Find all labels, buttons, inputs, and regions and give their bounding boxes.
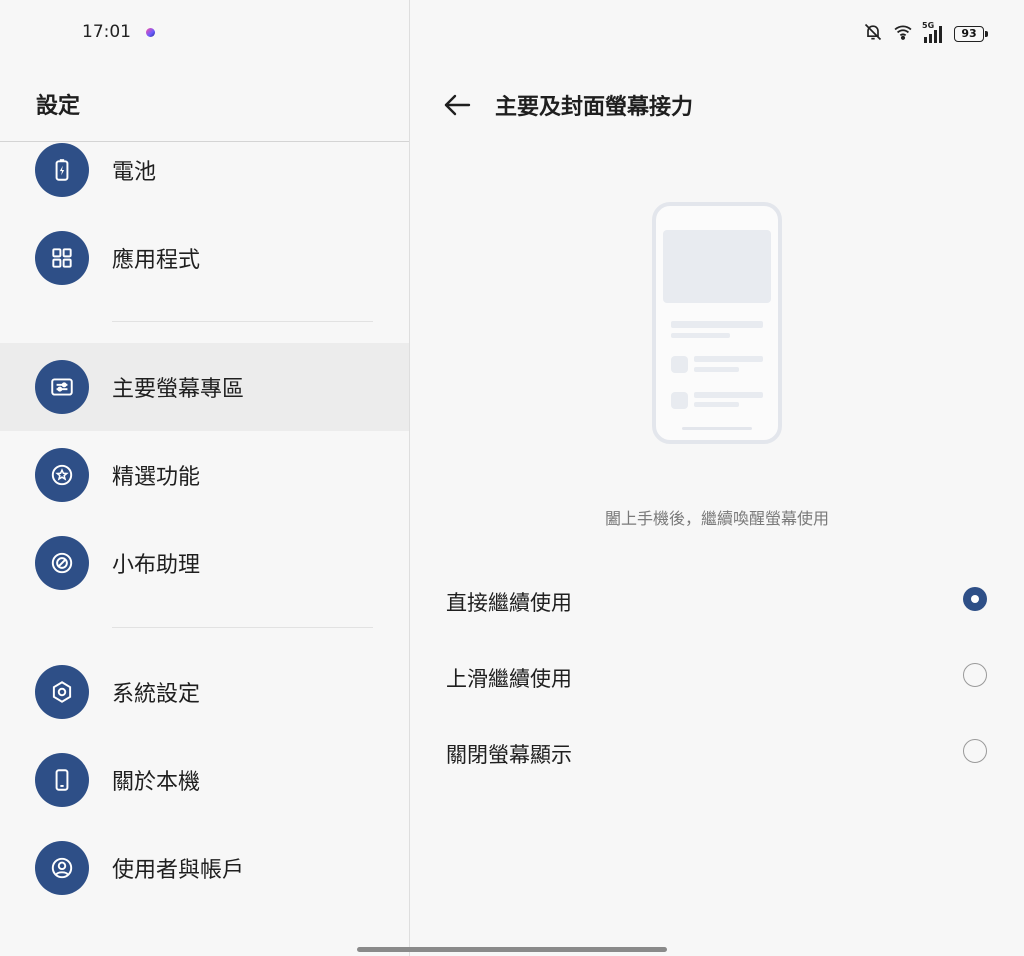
status-icons: 5G 93 <box>862 21 988 46</box>
sidebar-item-label: 應用程式 <box>112 248 201 273</box>
back-arrow-icon[interactable] <box>442 92 472 118</box>
sidebar-item-system-settings[interactable]: 系統設定 <box>0 648 409 736</box>
user-icon <box>35 841 89 895</box>
sidebar-item-label: 使用者與帳戶 <box>112 858 245 883</box>
page-title: 主要及封面螢幕接力 <box>495 95 694 120</box>
sidebar-item-label: 電池 <box>112 160 157 185</box>
mute-icon <box>862 22 884 46</box>
detail-pane <box>410 0 1024 956</box>
option-label: 關閉螢幕顯示 <box>446 743 572 767</box>
group-divider <box>112 321 373 322</box>
option-turn-off-screen[interactable]: 關閉螢幕顯示 <box>410 721 1024 785</box>
hexagon-settings-icon <box>35 665 89 719</box>
apps-icon <box>35 231 89 285</box>
battery-icon: 93 <box>954 26 988 42</box>
sidebar-item-main-screen[interactable]: 主要螢幕專區 <box>0 343 409 431</box>
sidebar-item-label: 關於本機 <box>112 770 201 795</box>
sidebar-item-label: 主要螢幕專區 <box>112 377 245 402</box>
sidebar-item-featured[interactable]: 精選功能 <box>0 431 409 519</box>
sidebar-item-label: 小布助理 <box>112 553 201 578</box>
group-divider <box>112 627 373 628</box>
sidebar-item-users-accounts[interactable]: 使用者與帳戶 <box>0 824 409 912</box>
sidebar-item-apps[interactable]: 應用程式 <box>0 214 409 302</box>
sidebar-item-about-phone[interactable]: 關於本機 <box>0 736 409 824</box>
sidebar-item-battery[interactable]: 電池 <box>0 126 409 214</box>
option-swipe-up-continue[interactable]: 上滑繼續使用 <box>410 645 1024 709</box>
phone-illustration <box>652 202 782 444</box>
status-time: 17:01 <box>82 22 131 42</box>
radio-unchecked[interactable] <box>963 663 987 687</box>
caption-text: 闔上手機後，繼續喚醒螢幕使用 <box>604 509 829 528</box>
option-label: 上滑繼續使用 <box>446 667 572 691</box>
sidebar-item-assistant[interactable]: 小布助理 <box>0 519 409 607</box>
assistant-icon <box>35 536 89 590</box>
sliders-icon <box>35 360 89 414</box>
phone-icon <box>35 753 89 807</box>
option-continue-directly[interactable]: 直接繼續使用 <box>410 569 1024 633</box>
radio-unchecked[interactable] <box>963 739 987 763</box>
star-badge-icon <box>35 448 89 502</box>
sidebar-title: 設定 <box>36 94 81 119</box>
option-label: 直接繼續使用 <box>446 591 572 615</box>
battery-icon <box>35 143 89 197</box>
sidebar-item-label: 系統設定 <box>112 682 201 707</box>
notification-dot-icon <box>146 28 155 37</box>
wifi-icon <box>892 22 914 46</box>
radio-checked[interactable] <box>963 587 987 611</box>
sidebar-item-label: 精選功能 <box>112 465 201 490</box>
home-indicator[interactable] <box>357 947 667 952</box>
settings-sidebar: 17:01 設定 電池 應用程式 主要螢幕專區 精選功能 小布助理 系統設定 關… <box>0 0 409 956</box>
signal-icon: 5G <box>922 21 946 44</box>
